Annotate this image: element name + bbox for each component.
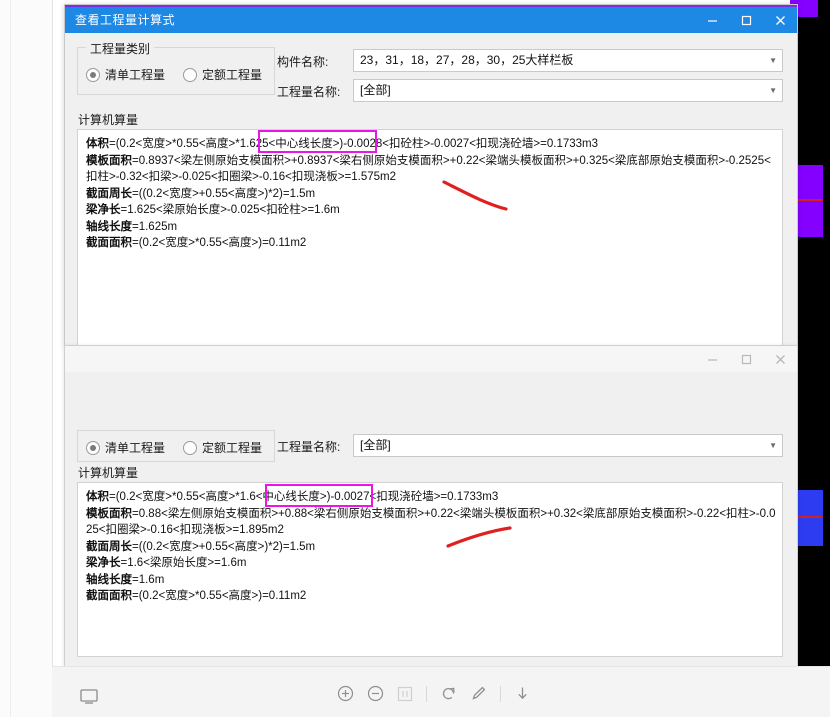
toolbar-separator bbox=[500, 685, 501, 702]
window1-body: 工程量类别 清单工程量 定额工程量 构件名称: 23，31，18，27，28，3… bbox=[65, 33, 797, 353]
radio-dot-icon bbox=[183, 440, 198, 455]
formula-line: 梁净长=1.625<梁原始长度>-0.025<扣砼柱>=1.6m bbox=[86, 204, 340, 216]
formula-line: 梁净长=1.6<梁原始长度>=1.6m bbox=[86, 557, 247, 569]
window1-titlebar[interactable]: 查看工程量计算式 bbox=[65, 7, 797, 33]
close-button[interactable] bbox=[763, 7, 797, 33]
maximize-button[interactable] bbox=[729, 7, 763, 33]
quantity-name-value-2: [全部] bbox=[360, 438, 391, 452]
computed-quantity-label-2: 计算机算量 bbox=[78, 466, 139, 480]
window1-title: 查看工程量计算式 bbox=[75, 13, 176, 27]
annotation-line-red bbox=[795, 516, 823, 518]
toolbar-actions bbox=[337, 685, 531, 702]
window-view-quantity-formula-secondary: 清单工程量 定额工程量 工程量名称: [全部] ▼ 计算机算量 体积=(0.2<… bbox=[64, 345, 798, 667]
download-icon[interactable] bbox=[514, 685, 531, 702]
radio-quota-quantity[interactable]: 定额工程量 bbox=[183, 439, 262, 456]
color-swatch-purple bbox=[795, 165, 823, 237]
formula-line: 截面周长=((0.2<宽度>+0.55<高度>)*2)=1.5m bbox=[86, 540, 316, 553]
bottom-toolbar bbox=[52, 666, 830, 717]
radio-bill-quantity-label: 清单工程量 bbox=[105, 441, 166, 455]
radio-quota-quantity-label: 定额工程量 bbox=[202, 68, 263, 82]
annotation-line-red bbox=[795, 199, 823, 201]
quantity-category-radios-2: 清单工程量 定额工程量 bbox=[86, 439, 272, 456]
toolbar-separator bbox=[426, 685, 427, 702]
quantity-name-label: 工程量名称: bbox=[277, 85, 341, 99]
maximize-button[interactable] bbox=[729, 346, 763, 372]
formula-line: 轴线长度=1.6m bbox=[86, 573, 165, 586]
zoom-in-icon[interactable] bbox=[337, 685, 354, 702]
window2-body: 清单工程量 定额工程量 工程量名称: [全部] ▼ 计算机算量 体积=(0.2<… bbox=[65, 372, 797, 666]
chevron-down-icon: ▼ bbox=[769, 86, 777, 95]
monitor-icon[interactable] bbox=[80, 689, 98, 709]
radio-dot-selected-icon bbox=[86, 67, 100, 82]
formula-text-1: 体积=(0.2<宽度>*0.55<高度>*1.625<中心线长度>)-0.002… bbox=[86, 136, 776, 252]
quantity-name-label-2: 工程量名称: bbox=[277, 440, 341, 454]
component-name-value: 23，31，18，27，28，30，25大样栏板 bbox=[360, 53, 574, 67]
chevron-down-icon: ▼ bbox=[769, 56, 777, 65]
screen: 查看工程量计算式 工程量类别 清单工程量 定额工程量 构件名称: 23，31，1… bbox=[0, 0, 830, 717]
radio-bill-quantity-label: 清单工程量 bbox=[105, 68, 166, 82]
quantity-name-combo[interactable]: [全部] ▼ bbox=[353, 79, 783, 102]
component-name-label: 构件名称: bbox=[277, 55, 329, 69]
minimize-button[interactable] bbox=[695, 346, 729, 372]
pen-icon[interactable] bbox=[470, 685, 487, 702]
formula-line: 截面面积=(0.2<宽度>*0.55<高度>)=0.11m2 bbox=[86, 237, 307, 249]
close-button[interactable] bbox=[763, 346, 797, 372]
formula-line: 体积=(0.2<宽度>*0.55<高度>*1.625<中心线长度>)-0.002… bbox=[86, 138, 599, 150]
color-swatch-blue bbox=[795, 490, 823, 546]
zoom-out-icon[interactable] bbox=[367, 685, 384, 702]
rotate-icon[interactable] bbox=[440, 685, 457, 702]
component-name-combo[interactable]: 23，31，18，27，28，30，25大样栏板 ▼ bbox=[353, 49, 783, 72]
window-view-quantity-formula: 查看工程量计算式 工程量类别 清单工程量 定额工程量 构件名称: 23，31，1… bbox=[64, 4, 798, 353]
formula-line: 模板面积=0.88<梁左侧原始支模面积>+0.88<梁右侧原始支模面积>+0.2… bbox=[86, 507, 776, 537]
quantity-category-group: 工程量类别 清单工程量 定额工程量 bbox=[77, 40, 275, 95]
formula-line: 模板面积=0.8937<梁左侧原始支模面积>+0.8937<梁右侧原始支模面积>… bbox=[86, 154, 771, 184]
formula-line: 截面面积=(0.2<宽度>*0.55<高度>)=0.11m2 bbox=[86, 590, 307, 602]
computed-quantity-label: 计算机算量 bbox=[78, 113, 139, 127]
chevron-down-icon: ▼ bbox=[769, 441, 777, 450]
minimize-button[interactable] bbox=[695, 7, 729, 33]
left-margin bbox=[0, 0, 53, 717]
quantity-name-value: [全部] bbox=[360, 83, 391, 97]
radio-dot-icon bbox=[183, 67, 198, 82]
radio-bill-quantity[interactable]: 清单工程量 bbox=[86, 439, 165, 456]
radio-dot-selected-icon bbox=[86, 440, 100, 455]
formula-display-2[interactable]: 体积=(0.2<宽度>*0.55<高度>*1.6<中心线长度>)-0.0027<… bbox=[77, 482, 783, 657]
window2-titlebar[interactable] bbox=[65, 346, 797, 372]
quantity-category-group-2: 清单工程量 定额工程量 bbox=[77, 430, 275, 462]
quantity-category-radios: 清单工程量 定额工程量 bbox=[86, 66, 272, 83]
radio-quota-quantity[interactable]: 定额工程量 bbox=[183, 66, 262, 83]
formula-line: 截面周长=((0.2<宽度>+0.55<高度>)*2)=1.5m bbox=[86, 187, 316, 200]
window2-controls bbox=[695, 346, 797, 372]
fit-page-icon[interactable] bbox=[397, 686, 413, 702]
formula-line: 体积=(0.2<宽度>*0.55<高度>*1.6<中心线长度>)-0.0027<… bbox=[86, 491, 499, 503]
left-margin-rule bbox=[10, 0, 11, 717]
quantity-name-combo-2[interactable]: [全部] ▼ bbox=[353, 434, 783, 457]
window1-controls bbox=[695, 7, 797, 33]
radio-bill-quantity[interactable]: 清单工程量 bbox=[86, 66, 165, 83]
formula-display-1[interactable]: 体积=(0.2<宽度>*0.55<高度>*1.625<中心线长度>)-0.002… bbox=[77, 129, 783, 353]
quantity-category-legend: 工程量类别 bbox=[86, 40, 155, 57]
radio-quota-quantity-label: 定额工程量 bbox=[202, 441, 263, 455]
formula-line: 轴线长度=1.625m bbox=[86, 220, 178, 233]
formula-text-2: 体积=(0.2<宽度>*0.55<高度>*1.6<中心线长度>)-0.0027<… bbox=[86, 489, 776, 605]
